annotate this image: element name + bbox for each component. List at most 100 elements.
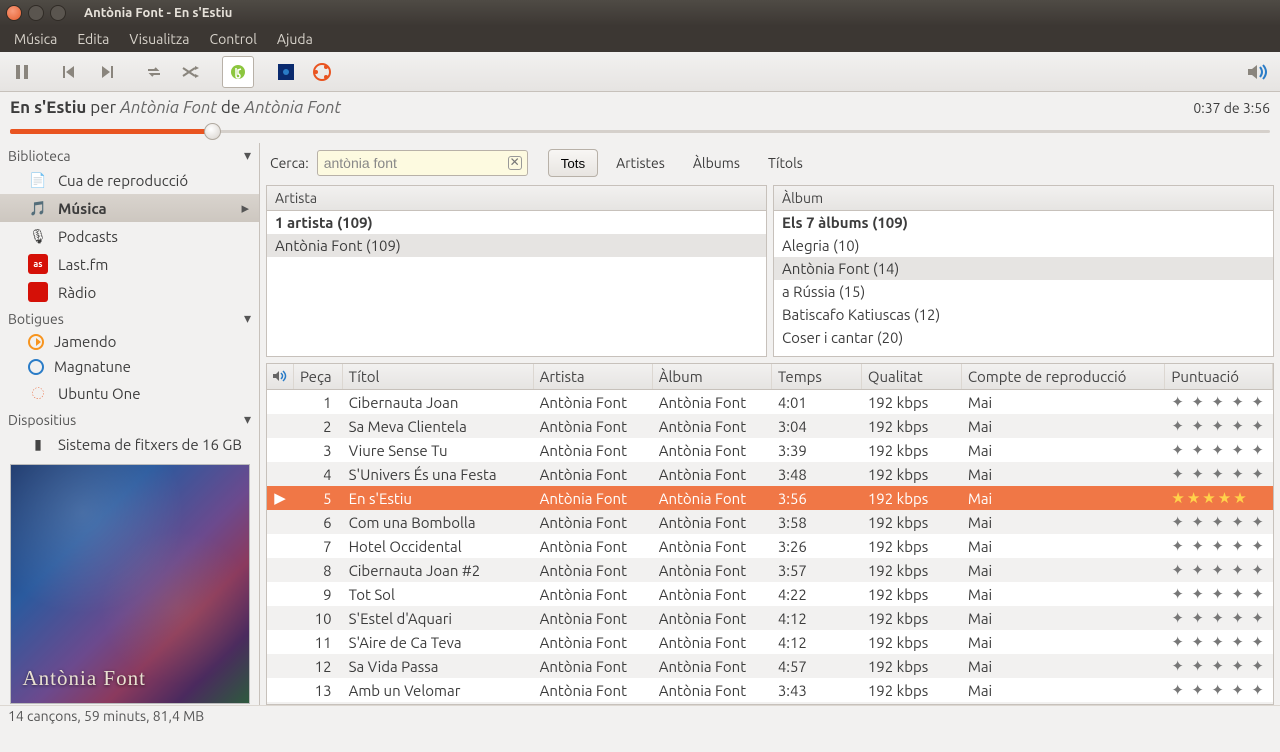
rating-stars[interactable]: ✦ ✦ ✦ ✦ ✦	[1171, 537, 1266, 554]
track-row[interactable]: 14Cibernauta Joan #3Antònia FontAntònia …	[267, 702, 1273, 705]
track-row[interactable]: 7Hotel OccidentalAntònia FontAntònia Fon…	[267, 534, 1273, 558]
scope-all-button[interactable]: Tots	[548, 149, 598, 177]
artist-pane-header[interactable]: Artista	[267, 186, 766, 211]
pause-button[interactable]	[6, 56, 38, 88]
rating-stars[interactable]: ✦ ✦ ✦ ✦ ✦	[1171, 561, 1266, 578]
statusbar: 14 cançons, 59 minuts, 81,4 MB	[0, 705, 1280, 727]
window-maximize-button[interactable]	[50, 5, 66, 21]
seek-slider[interactable]	[10, 121, 1270, 143]
track-row[interactable]: 11S'Aire de Ca TevaAntònia FontAntònia F…	[267, 630, 1273, 654]
col-indicator[interactable]	[267, 364, 294, 390]
sidebar-item-queue[interactable]: 📄Cua de reproducció	[0, 166, 259, 194]
browse-button[interactable]	[222, 56, 254, 88]
menu-edita[interactable]: Edita	[69, 29, 117, 49]
col-artist[interactable]: Artista	[533, 364, 652, 390]
album-row[interactable]: Batiscafo Katiuscas (12)	[774, 303, 1273, 326]
rating-stars[interactable]: ✦ ✦ ✦ ✦ ✦	[1171, 441, 1266, 458]
artist-summary-row[interactable]: 1 artista (109)	[267, 211, 766, 234]
np-artist: Antònia Font	[120, 98, 217, 117]
track-row[interactable]: 2Sa Meva ClientelaAntònia FontAntònia Fo…	[267, 414, 1273, 438]
podcast-icon: 🎙	[28, 226, 48, 246]
artist-row[interactable]: Antònia Font (109)	[267, 234, 766, 257]
window-minimize-button[interactable]	[28, 5, 44, 21]
rating-stars[interactable]: ✦ ✦ ✦ ✦ ✦	[1171, 681, 1266, 698]
rating-stars[interactable]: ★★★★★	[1171, 489, 1248, 506]
track-row[interactable]: 8Cibernauta Joan #2Antònia FontAntònia F…	[267, 558, 1273, 582]
col-time[interactable]: Temps	[771, 364, 861, 390]
col-title[interactable]: Títol	[342, 364, 533, 390]
rating-stars[interactable]: ✦ ✦ ✦ ✦ ✦	[1171, 585, 1266, 602]
rating-stars[interactable]: ✦ ✦ ✦ ✦ ✦	[1171, 465, 1266, 482]
track-row[interactable]: 13Amb un VelomarAntònia FontAntònia Font…	[267, 678, 1273, 702]
rating-stars[interactable]: ✦ ✦ ✦ ✦ ✦	[1171, 633, 1266, 650]
sidebar-header-devices[interactable]: Dispositius▾	[0, 407, 259, 430]
track-row[interactable]: ▶5En s'EstiuAntònia FontAntònia Font3:56…	[267, 486, 1273, 510]
visualization-button[interactable]	[270, 56, 302, 88]
sidebar-item-lastfm[interactable]: asLast.fm	[0, 250, 259, 278]
queue-icon: 📄	[28, 170, 48, 190]
sidebar-item-music[interactable]: 🎵Música	[0, 194, 259, 222]
titlebar: Antònia Font - En s'Estiu	[0, 0, 1280, 26]
playing-icon: ▶	[274, 489, 286, 506]
sidebar-header-library[interactable]: Biblioteca▾	[0, 143, 259, 166]
track-row[interactable]: 4S'Univers És una FestaAntònia FontAntòn…	[267, 462, 1273, 486]
menu-musica[interactable]: Música	[6, 29, 65, 49]
track-row[interactable]: 10S'Estel d'AquariAntònia FontAntònia Fo…	[267, 606, 1273, 630]
clear-search-icon[interactable]: ✕	[508, 156, 522, 170]
search-input[interactable]	[317, 150, 528, 176]
sidebar-item-ubuntuone[interactable]: ◌Ubuntu One	[0, 379, 259, 407]
sidebar-item-magnatune[interactable]: Magnatune	[0, 354, 259, 379]
track-row[interactable]: 9Tot SolAntònia FontAntònia Font4:22192 …	[267, 582, 1273, 606]
rating-stars[interactable]: ✦ ✦ ✦ ✦ ✦	[1171, 393, 1266, 410]
album-art-caption: Antònia Font	[23, 666, 146, 691]
jamendo-icon	[28, 334, 44, 350]
col-playcount[interactable]: Compte de reproducció	[961, 364, 1165, 390]
sidebar-item-podcasts[interactable]: 🎙Podcasts	[0, 222, 259, 250]
sidebar-item-device[interactable]: ▮Sistema de fitxers de 16 GB	[0, 430, 259, 458]
ubuntu-icon: ◌	[28, 383, 48, 403]
menu-ajuda[interactable]: Ajuda	[269, 29, 321, 49]
sidebar-header-stores[interactable]: Botigues▾	[0, 306, 259, 329]
track-row[interactable]: 3Viure Sense TuAntònia FontAntònia Font3…	[267, 438, 1273, 462]
sidebar-item-jamendo[interactable]: Jamendo	[0, 329, 259, 354]
album-row[interactable]: Antònia Font (14)	[774, 257, 1273, 280]
toolbar	[0, 52, 1280, 92]
album-summary-row[interactable]: Els 7 àlbums (109)	[774, 211, 1273, 234]
track-row[interactable]: 1Cibernauta JoanAntònia FontAntònia Font…	[267, 390, 1273, 415]
album-pane-header[interactable]: Àlbum	[774, 186, 1273, 211]
next-track-button[interactable]	[90, 56, 122, 88]
rating-stars[interactable]: ✦ ✦ ✦ ✦ ✦	[1171, 609, 1266, 626]
rating-stars[interactable]: ✦ ✦ ✦ ✦ ✦	[1171, 513, 1266, 530]
now-playing-title: En s'Estiu per Antònia Font de Antònia F…	[10, 98, 341, 117]
track-row[interactable]: 12Sa Vida PassaAntònia FontAntònia Font4…	[267, 654, 1273, 678]
rating-stars[interactable]: ✦ ✦ ✦ ✦ ✦	[1171, 417, 1266, 434]
volume-button[interactable]	[1242, 56, 1274, 88]
sidebar-item-radio[interactable]: Ràdio	[0, 278, 259, 306]
repeat-button[interactable]	[138, 56, 170, 88]
col-track[interactable]: Peça	[294, 364, 343, 390]
magnatune-icon	[28, 359, 44, 375]
window-close-button[interactable]	[6, 5, 22, 21]
content-area: Cerca: ✕ Tots Artistes Àlbums Títols Art…	[260, 143, 1280, 705]
prev-track-button[interactable]	[54, 56, 86, 88]
scope-titles[interactable]: Títols	[758, 149, 813, 177]
menu-control[interactable]: Control	[202, 29, 265, 49]
menu-visualitza[interactable]: Visualitza	[121, 29, 197, 49]
window-title: Antònia Font - En s'Estiu	[84, 6, 232, 20]
ubuntu-one-button[interactable]	[306, 56, 338, 88]
rating-stars[interactable]: ✦ ✦ ✦ ✦ ✦	[1171, 657, 1266, 674]
now-playing: En s'Estiu per Antònia Font de Antònia F…	[0, 92, 1280, 143]
scope-albums[interactable]: Àlbums	[683, 149, 750, 177]
album-row[interactable]: Coser i cantar (20)	[774, 326, 1273, 349]
col-album[interactable]: Àlbum	[652, 364, 771, 390]
col-rating[interactable]: Puntuació	[1165, 364, 1273, 390]
track-table: Peça Títol Artista Àlbum Temps Qualitat …	[266, 363, 1274, 705]
shuffle-button[interactable]	[174, 56, 206, 88]
album-row[interactable]: Alegria (10)	[774, 234, 1273, 257]
album-row[interactable]: a Rússia (15)	[774, 280, 1273, 303]
col-quality[interactable]: Qualitat	[861, 364, 961, 390]
search-row: Cerca: ✕ Tots Artistes Àlbums Títols	[260, 143, 1280, 185]
track-row[interactable]: 6Com una BombollaAntònia FontAntònia Fon…	[267, 510, 1273, 534]
scope-artists[interactable]: Artistes	[606, 149, 675, 177]
np-album: Antònia Font	[244, 98, 341, 117]
